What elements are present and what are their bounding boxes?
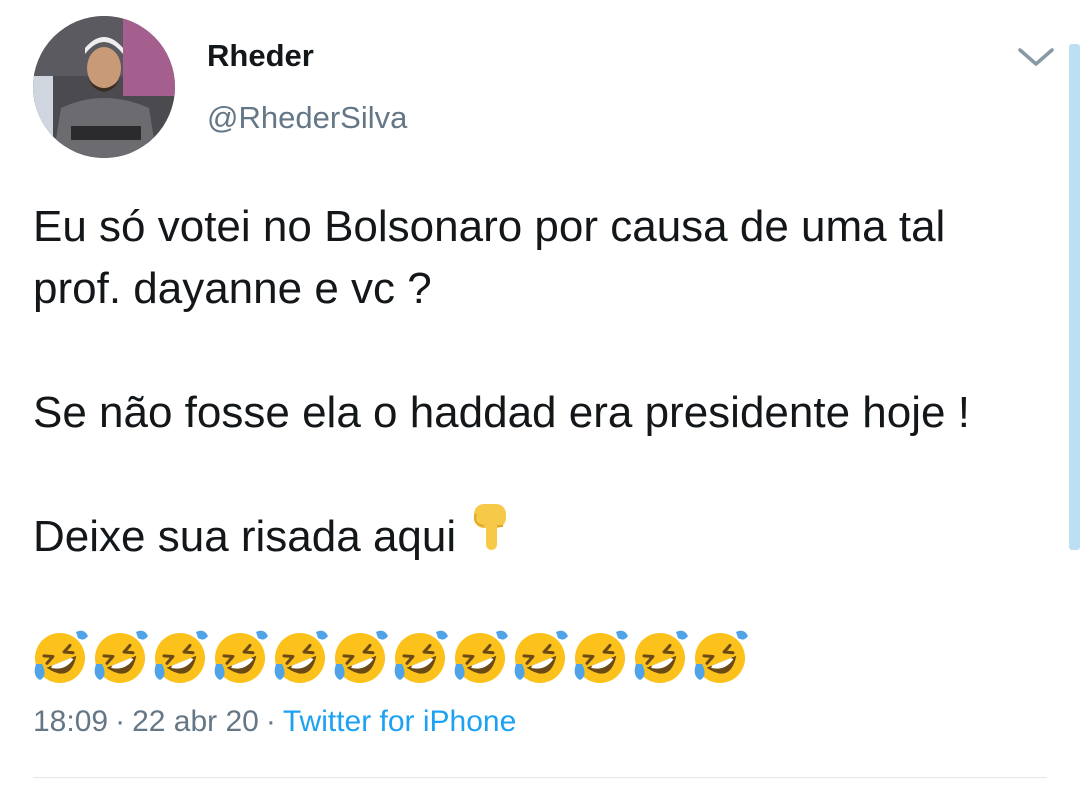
avatar[interactable] <box>33 16 175 158</box>
rolling-on-the-floor-laughing-icon <box>634 630 688 683</box>
avatar-photo <box>33 16 175 158</box>
tweet-line: Se não fosse ela o haddad era presidente… <box>33 388 970 437</box>
rolling-on-the-floor-laughing-icon <box>274 630 328 683</box>
tweet-source-link[interactable]: Twitter for iPhone <box>283 705 516 738</box>
tweet-date[interactable]: 22 abr 20 <box>132 705 259 738</box>
scrollbar[interactable] <box>1069 44 1080 550</box>
tweet-line: Eu só votei no Bolsonaro por causa de um… <box>33 202 946 251</box>
tweet-text: Eu só votei no Bolsonaro por causa de um… <box>33 196 1063 573</box>
rolling-on-the-floor-laughing-icon <box>154 630 208 683</box>
backhand-index-pointing-down-icon <box>470 502 514 569</box>
rolling-on-the-floor-laughing-icon <box>394 630 448 683</box>
rolling-on-the-floor-laughing-icon <box>94 630 148 683</box>
chevron-down-icon <box>1018 48 1054 66</box>
tweet-line-text: Deixe sua risada aqui <box>33 512 457 562</box>
laughing-emoji-row <box>32 628 748 692</box>
tweet-time[interactable]: 18:09 <box>33 705 108 738</box>
more-options-button[interactable] <box>1016 42 1056 72</box>
rolling-on-the-floor-laughing-icon <box>574 630 628 683</box>
rolling-on-the-floor-laughing-icon <box>514 630 568 683</box>
tweet-line: Deixe sua risada aqui <box>33 504 1063 573</box>
tweet-line: prof. dayanne e vc ? <box>33 264 432 313</box>
rolling-on-the-floor-laughing-icon <box>214 630 268 683</box>
user-handle[interactable]: @RhederSilva <box>207 100 407 136</box>
tweet-meta: 18:09 · 22 abr 20 · Twitter for iPhone <box>33 705 516 739</box>
divider <box>33 777 1047 778</box>
rolling-on-the-floor-laughing-icon <box>334 630 388 683</box>
meta-separator: · <box>115 705 126 738</box>
rolling-on-the-floor-laughing-icon <box>34 630 88 683</box>
rolling-on-the-floor-laughing-icon <box>694 630 748 683</box>
rolling-on-the-floor-laughing-icon <box>454 630 508 683</box>
display-name[interactable]: Rheder <box>207 38 314 74</box>
meta-separator: · <box>265 705 276 738</box>
